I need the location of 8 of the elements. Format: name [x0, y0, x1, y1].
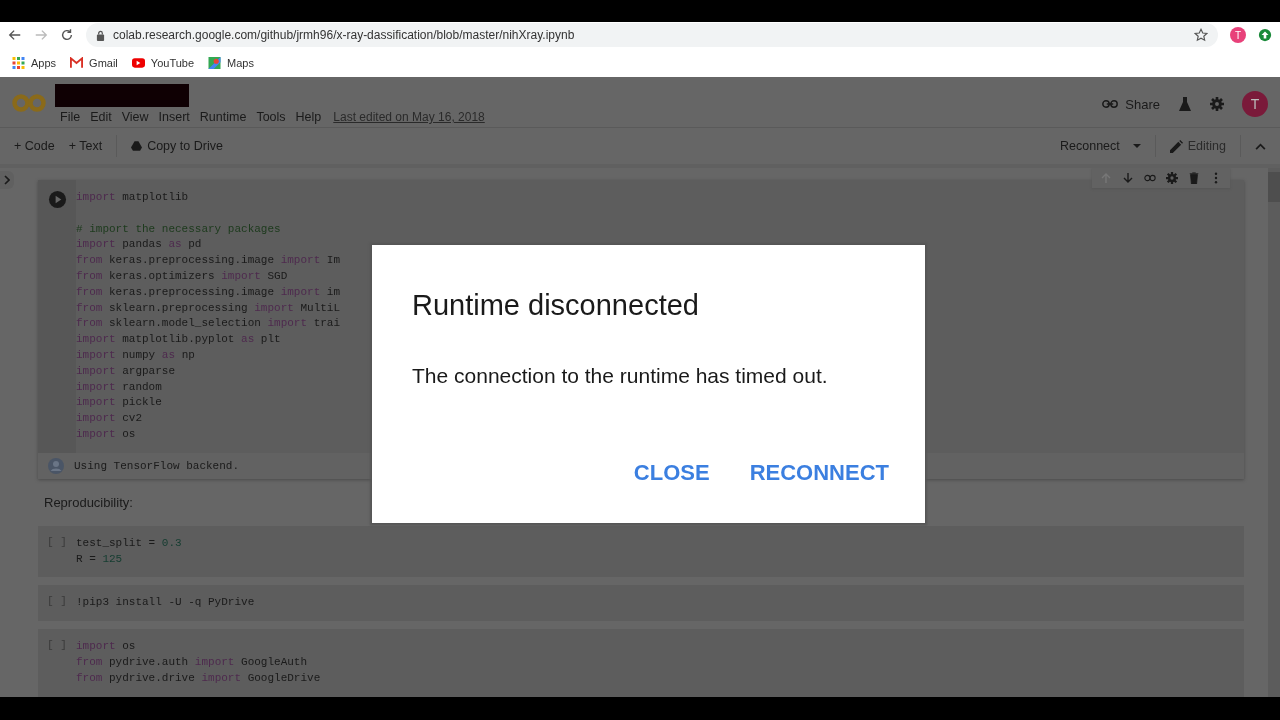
cell-output: Using TensorFlow backend.	[74, 459, 240, 472]
code-line: !pip3 install -U -q PyDrive	[76, 595, 255, 611]
code-line: test_split = 0.3	[76, 535, 182, 551]
code-line: # import the necessary packages	[76, 221, 282, 237]
code-line: R = 125	[76, 551, 124, 567]
dialog-title: Runtime disconnected	[412, 289, 700, 322]
dialog-message: The connection to the runtime has timed out.	[412, 364, 829, 388]
text-cell: Reproducibility:	[44, 494, 133, 510]
